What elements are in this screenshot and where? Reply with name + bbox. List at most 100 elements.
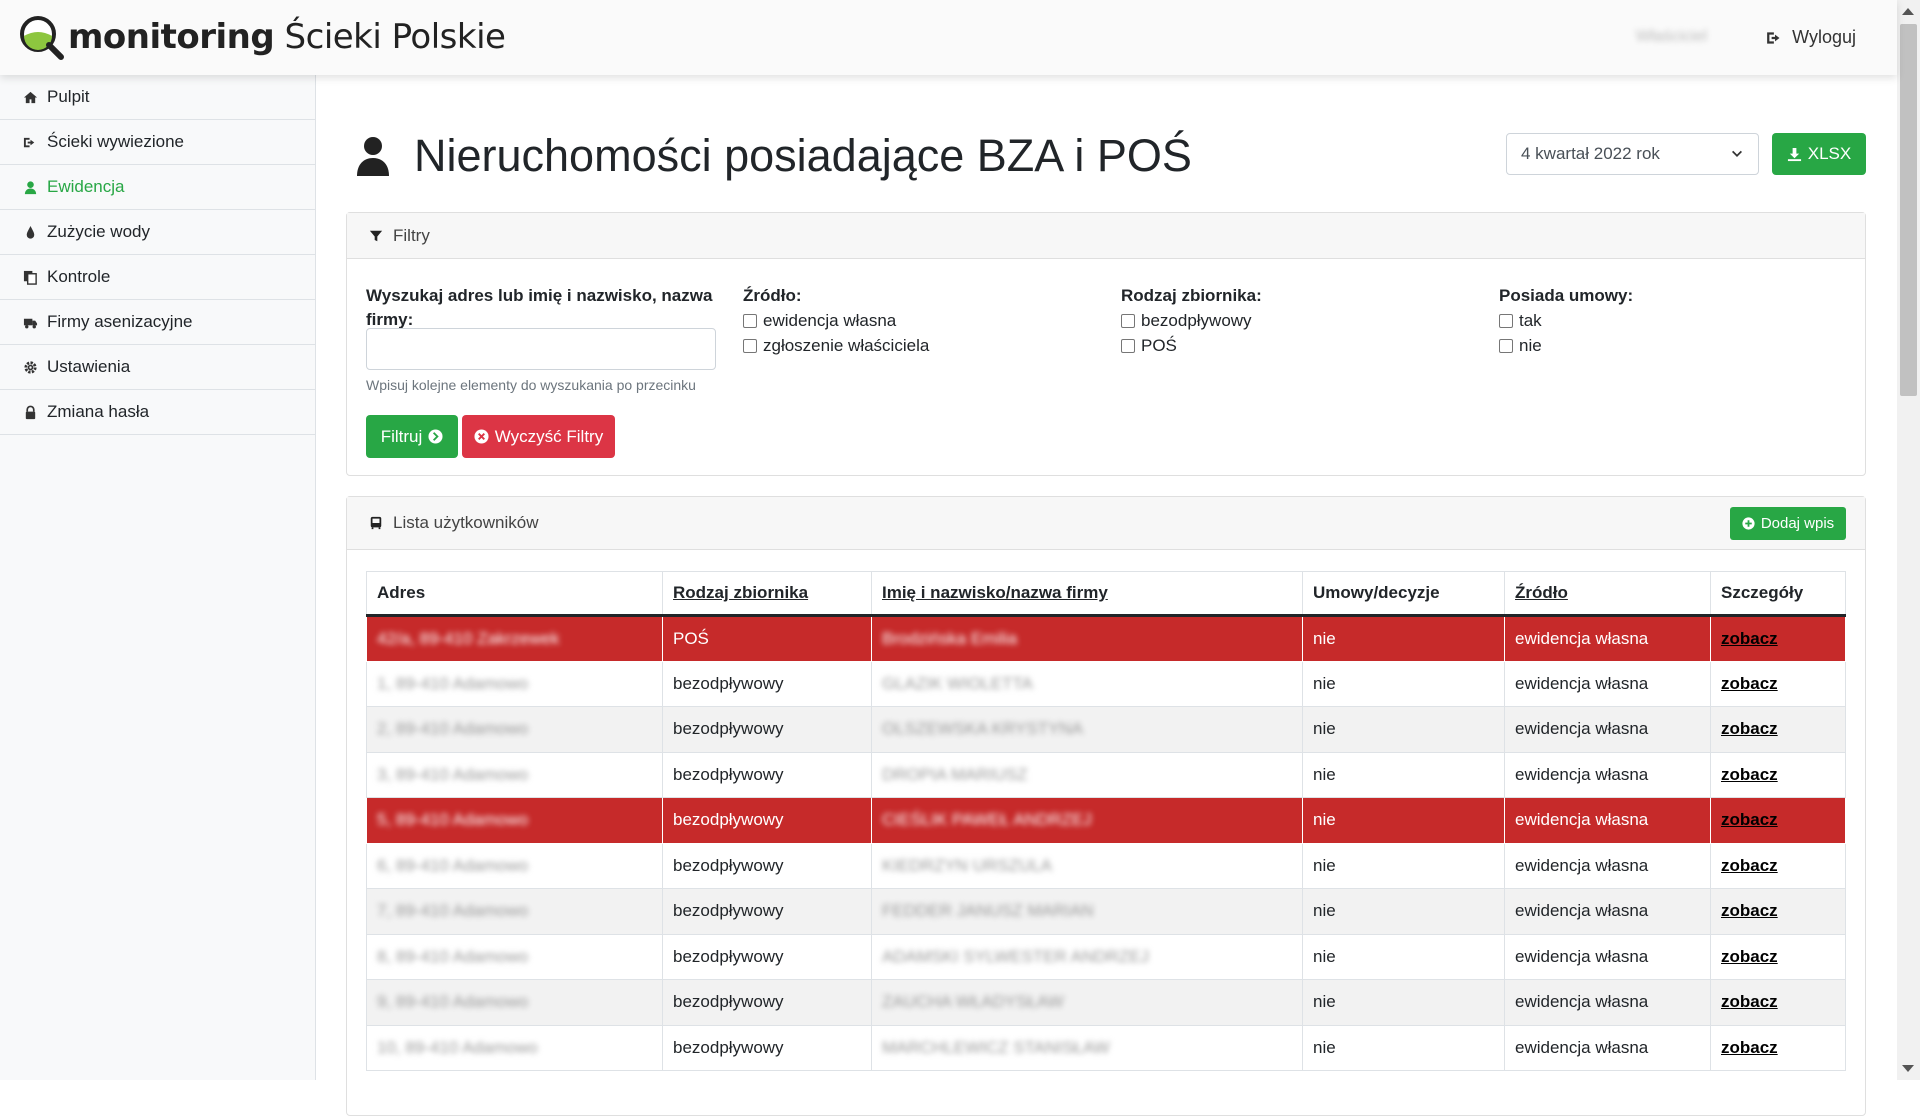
- filter-button[interactable]: Filtruj: [366, 415, 458, 458]
- cell-name: MARCHLEWICZ STANISŁAW: [871, 1024, 1303, 1071]
- details-link[interactable]: zobacz: [1721, 1038, 1778, 1057]
- cell-source: ewidencja własna: [1504, 842, 1711, 889]
- sidebar-item-label: Ewidencja: [47, 177, 125, 196]
- details-link[interactable]: zobacz: [1721, 765, 1778, 784]
- quarter-select[interactable]: 4 kwartał 2022 rok: [1506, 133, 1759, 175]
- contract-label: Posiada umowy:: [1499, 286, 1634, 305]
- cell-source: ewidencja własna: [1504, 751, 1711, 798]
- cell-address: 1, 89-410 Adamowo: [366, 660, 663, 707]
- checkbox-box[interactable]: [1121, 313, 1135, 328]
- cell-contracts: nie: [1302, 797, 1505, 844]
- cell-name: DROPIA MARIUSZ: [871, 751, 1303, 798]
- search-input[interactable]: [366, 328, 716, 370]
- cell-source: ewidencja własna: [1504, 660, 1711, 707]
- user-icon: [357, 137, 389, 176]
- scroll-down-icon[interactable]: [1902, 1065, 1914, 1072]
- sidebar-item-label: Pulpit: [47, 87, 90, 106]
- filters-header[interactable]: Filtry: [347, 213, 1865, 259]
- checkbox-label: bezodpływowy: [1141, 311, 1252, 330]
- sidebar-item-label: Zmiana hasła: [47, 402, 150, 421]
- cell-contracts: nie: [1302, 842, 1505, 889]
- contract-filter: Posiada umowy: tak nie: [1499, 284, 1633, 358]
- app-logo[interactable]: monitoring Ścieki Polskie: [18, 14, 506, 60]
- details-link[interactable]: zobacz: [1721, 947, 1778, 966]
- details-link[interactable]: zobacz: [1721, 810, 1778, 829]
- checkbox-box[interactable]: [1499, 313, 1513, 328]
- cell-details: zobacz: [1710, 751, 1846, 798]
- sidebar-item-scieki-wywiezione[interactable]: Ścieki wywiezione: [0, 120, 315, 165]
- checkbox-box[interactable]: [743, 338, 757, 353]
- checkbox-box[interactable]: [1499, 338, 1513, 353]
- search-hint: Wpisuj kolejne elementy do wyszukania po…: [366, 377, 696, 393]
- column-header-source[interactable]: Źródło: [1504, 571, 1711, 617]
- source-own-checkbox[interactable]: ewidencja własna: [743, 308, 929, 333]
- gear-icon: [22, 359, 38, 375]
- filter-button-label: Filtruj: [380, 426, 423, 446]
- cell-details: zobacz: [1710, 615, 1846, 662]
- tank-bezodplywowy-checkbox[interactable]: bezodpływowy: [1121, 308, 1262, 333]
- cell-address: 2, 89-410 Adamowo: [366, 706, 663, 753]
- cell-source: ewidencja własna: [1504, 979, 1711, 1026]
- logout-link[interactable]: Wyloguj: [1766, 27, 1856, 48]
- checkbox-label: nie: [1519, 336, 1542, 355]
- times-circle-icon: [474, 429, 489, 444]
- column-header-contracts: Umowy/decyzje: [1302, 571, 1505, 617]
- contract-no-checkbox[interactable]: nie: [1499, 333, 1633, 358]
- table-row: 1, 89-410 Adamowo bezodpływowy GLAZIK WI…: [366, 660, 1846, 707]
- scrollbar-thumb[interactable]: [1900, 24, 1917, 396]
- sign-out-icon: [22, 134, 38, 150]
- sidebar-item-zuzycie-wody[interactable]: Zużycie wody: [0, 210, 315, 255]
- cell-address: 3, 89-410 Adamowo: [366, 751, 663, 798]
- search-label: Wyszukaj adres lub imię i nazwisko, nazw…: [366, 286, 713, 329]
- details-link[interactable]: zobacz: [1721, 856, 1778, 875]
- checkbox-box[interactable]: [743, 313, 757, 328]
- checkbox-label: zgłoszenie właściciela: [763, 336, 930, 355]
- cell-address: 42/a, 89-410 Zakrzewek: [366, 615, 663, 662]
- search-filter: Wyszukaj adres lub imię i nazwisko, nazw…: [366, 284, 716, 332]
- sidebar-item-pulpit[interactable]: Pulpit: [0, 75, 315, 120]
- page-title: Nieruchomości posiadające BZA i POŚ: [356, 130, 1192, 182]
- column-header-name[interactable]: Imię i nazwisko/nazwa firmy: [871, 571, 1303, 617]
- scroll-up-icon[interactable]: [1902, 8, 1914, 15]
- lock-icon: [22, 404, 38, 420]
- details-link[interactable]: zobacz: [1721, 674, 1778, 693]
- source-owner-checkbox[interactable]: zgłoszenie właściciela: [743, 333, 929, 358]
- sidebar-item-ustawienia[interactable]: Ustawienia: [0, 345, 315, 390]
- cell-details: zobacz: [1710, 888, 1846, 935]
- add-entry-button[interactable]: Dodaj wpis: [1730, 507, 1846, 540]
- details-link[interactable]: zobacz: [1721, 992, 1778, 1011]
- table-row: 5, 89-410 Adamowo bezodpływowy CIEŚLIK P…: [366, 797, 1846, 844]
- tank-pos-checkbox[interactable]: POŚ: [1121, 333, 1262, 358]
- cell-source: ewidencja własna: [1504, 933, 1711, 980]
- sidebar-item-label: Firmy asenizacyjne: [47, 312, 193, 331]
- cell-tank: bezodpływowy: [662, 797, 872, 844]
- clear-filters-button[interactable]: Wyczyść Filtry: [462, 415, 615, 458]
- cell-name: KIEDRZYN URSZULA: [871, 842, 1303, 889]
- cell-address: 10, 89-410 Adamowo: [366, 1024, 663, 1071]
- column-header-address: Adres: [366, 571, 663, 617]
- app-title: monitoring Ścieki Polskie: [68, 17, 506, 57]
- sidebar-item-kontrole[interactable]: Kontrole: [0, 255, 315, 300]
- logout-label: Wyloguj: [1792, 27, 1856, 47]
- cell-name: OLSZEWSKA KRYSTYNA: [871, 706, 1303, 753]
- source-filter: Źródło: ewidencja własna zgłoszenie właś…: [743, 284, 929, 358]
- checkbox-box[interactable]: [1121, 338, 1135, 353]
- cell-details: zobacz: [1710, 660, 1846, 707]
- details-link[interactable]: zobacz: [1721, 719, 1778, 738]
- column-header-tank[interactable]: Rodzaj zbiornika: [662, 571, 872, 617]
- sidebar-item-zmiana-hasla[interactable]: Zmiana hasła: [0, 390, 315, 435]
- export-xlsx-button[interactable]: XLSX: [1772, 133, 1866, 175]
- sidebar-item-ewidencja[interactable]: Ewidencja: [0, 165, 315, 210]
- source-label: Źródło:: [743, 286, 802, 305]
- magnifier-logo-icon: [20, 16, 64, 60]
- users-list-title: Lista użytkowników: [393, 513, 539, 532]
- cell-details: zobacz: [1710, 933, 1846, 980]
- contract-yes-checkbox[interactable]: tak: [1499, 308, 1633, 333]
- sidebar-item-firmy-asenizacyjne[interactable]: Firmy asenizacyjne: [0, 300, 315, 345]
- cell-contracts: nie: [1302, 979, 1505, 1026]
- details-link[interactable]: zobacz: [1721, 629, 1778, 648]
- checkbox-label: tak: [1519, 311, 1542, 330]
- vertical-scrollbar[interactable]: [1897, 0, 1920, 1080]
- details-link[interactable]: zobacz: [1721, 901, 1778, 920]
- current-user[interactable]: Właściciel: [1636, 28, 1707, 46]
